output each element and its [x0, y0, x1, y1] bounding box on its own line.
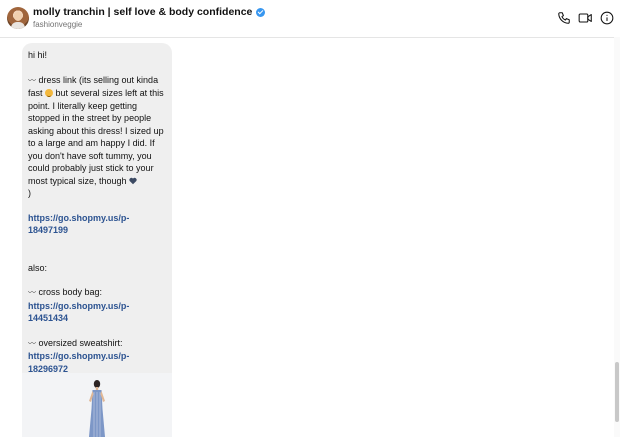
- dress-link[interactable]: https://go.shopmy.us/p-18497199: [28, 213, 129, 236]
- heart-emoji-icon: [129, 177, 137, 184]
- sweatshirt-link[interactable]: https://go.shopmy.us/p-18296972: [28, 351, 129, 374]
- product-photo[interactable]: [22, 373, 172, 437]
- verified-badge-icon: [256, 7, 266, 17]
- scrollbar-thumb[interactable]: [615, 362, 619, 422]
- wave-icon: 〰: [28, 75, 36, 85]
- dress-text-2: but several sizes left at this point. I …: [28, 88, 164, 186]
- model-figure-image: [89, 380, 105, 437]
- message-bubble[interactable]: hi hi! 〰 dress link (its selling out kin…: [22, 43, 172, 437]
- also-text: also:: [28, 262, 48, 273]
- wave-icon: 〰: [28, 288, 36, 297]
- greeting-text: hi hi!: [28, 50, 48, 60]
- info-icon[interactable]: [600, 11, 614, 25]
- username: fashionveggie: [33, 20, 83, 29]
- chat-header: molly tranchin | self love & body confid…: [0, 0, 620, 38]
- display-name[interactable]: molly tranchin | self love & body confid…: [33, 6, 252, 18]
- phone-icon[interactable]: [557, 11, 571, 25]
- wave-icon: 〰: [28, 338, 36, 348]
- sweatshirt-label: oversized sweatshirt:: [38, 337, 123, 348]
- smile-emoji-icon: [45, 89, 54, 97]
- bag-link[interactable]: https://go.shopmy.us/p-14451434: [28, 301, 129, 324]
- title-row[interactable]: molly tranchin | self love & body confid…: [33, 6, 266, 18]
- video-icon[interactable]: [578, 11, 593, 25]
- dress-text-end: ): [28, 188, 31, 198]
- avatar[interactable]: [7, 7, 29, 29]
- bag-label: cross body bag:: [38, 287, 103, 297]
- header-actions: [557, 11, 614, 25]
- message-text: hi hi! 〰 dress link (its selling out kin…: [28, 49, 168, 375]
